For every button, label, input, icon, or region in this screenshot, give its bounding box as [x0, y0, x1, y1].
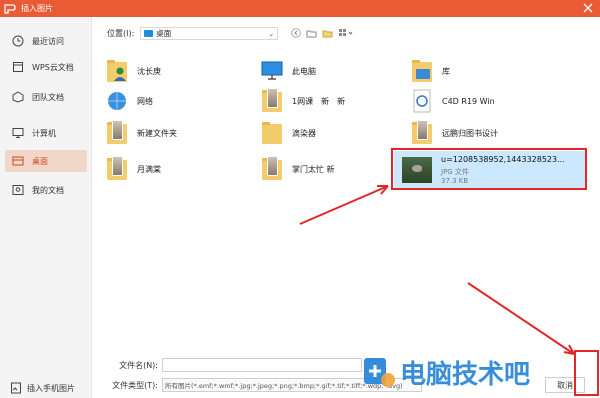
- location-value: 桌面: [156, 28, 172, 38]
- sidebar-item-label: WPS云文档: [32, 62, 74, 72]
- folder-thumb-icon: [260, 88, 284, 114]
- sidebar-item-computer[interactable]: 计算机: [5, 122, 87, 144]
- file-name: 远鹏归图书设计: [442, 128, 498, 138]
- up-folder-icon[interactable]: [306, 27, 317, 38]
- location-label: 位置(I):: [107, 28, 135, 38]
- c4d-icon: [410, 88, 434, 114]
- file-name: 新建文件夹: [137, 128, 177, 138]
- computer-icon: [11, 126, 25, 140]
- title-bar: 插入图片: [0, 0, 600, 17]
- sidebar-item-my-docs[interactable]: 我的文档: [5, 179, 87, 201]
- file-name: 滴染器: [292, 128, 316, 138]
- filename-label: 文件名(N):: [119, 360, 158, 370]
- sidebar-bottom-label: 插入手机图片: [27, 383, 75, 393]
- sidebar-item-desktop[interactable]: 桌面: [5, 150, 87, 172]
- file-name: 月满棠: [137, 164, 161, 174]
- file-name: 沈长庚: [137, 66, 161, 76]
- sidebar-item-recent[interactable]: 最近访问: [5, 30, 87, 52]
- filename-row: 文件名(N):: [112, 358, 362, 372]
- list-item[interactable]: 沈长庚: [105, 56, 161, 86]
- filetype-label: 文件类型(T):: [112, 380, 158, 390]
- sidebar-item-wps-cloud[interactable]: WPS云文档: [5, 56, 87, 78]
- location-select[interactable]: 桌面 ⌄: [140, 26, 279, 40]
- network-icon: [105, 88, 129, 114]
- watermark-logo: 电脑技术吧: [364, 358, 530, 390]
- window-title: 插入图片: [21, 4, 53, 13]
- list-item[interactable]: C4D R19 Win: [410, 86, 495, 116]
- watermark-text: 电脑技术吧: [400, 360, 530, 390]
- file-name: 网络: [137, 96, 153, 106]
- desktop-icon: [11, 154, 25, 168]
- back-icon[interactable]: [290, 27, 301, 38]
- file-name: 此电脑: [292, 66, 316, 76]
- cloud-docs-icon: [11, 60, 25, 74]
- sidebar-item-label: 我的文档: [32, 185, 64, 195]
- filename-input[interactable]: [162, 358, 362, 372]
- sidebar-item-label: 计算机: [32, 128, 56, 138]
- close-icon[interactable]: [582, 2, 594, 14]
- desktop-icon: [144, 29, 154, 37]
- sidebar: 最近访问 WPS云文档 团队文档 计算机 桌面 我的文档 插入手机图片: [0, 17, 92, 398]
- library-icon: [410, 58, 434, 84]
- folder-thumb-icon: [105, 120, 129, 146]
- sidebar-item-team-docs[interactable]: 团队文档: [5, 86, 87, 108]
- folder-thumb-icon: [105, 156, 129, 182]
- chevron-down-icon: ⌄: [268, 29, 275, 38]
- new-folder-icon[interactable]: [322, 27, 333, 38]
- my-docs-icon: [11, 183, 25, 197]
- sidebar-item-label: 团队文档: [32, 92, 64, 102]
- user-folder-icon: [105, 58, 129, 84]
- file-name: C4D R19 Win: [442, 96, 495, 106]
- list-item[interactable]: 1网课 新 新: [260, 86, 345, 116]
- wps-logo-icon: [4, 3, 16, 14]
- file-list: 沈长庚 此电脑 库 网络 1网课 新 新 C4D R19 Win 新建文件夹 滴…: [100, 50, 590, 350]
- list-item[interactable]: 库: [410, 56, 450, 86]
- list-item[interactable]: 远鹏归图书设计: [410, 118, 498, 148]
- sidebar-item-label: 最近访问: [32, 36, 64, 46]
- list-item[interactable]: 新建文件夹: [105, 118, 177, 148]
- nav-toolbar: [290, 27, 359, 38]
- location-row: 位置(I): 桌面 ⌄: [107, 26, 279, 40]
- folder-thumb-icon: [260, 156, 284, 182]
- list-item[interactable]: 滴染器: [260, 118, 316, 148]
- folder-icon: [260, 120, 284, 146]
- this-pc-icon: [260, 58, 284, 84]
- list-item[interactable]: 网络: [105, 86, 153, 116]
- file-name: 1网课 新 新: [292, 96, 346, 106]
- insert-phone-image-button[interactable]: 插入手机图片: [5, 379, 91, 397]
- highlight-box-file: [391, 148, 587, 190]
- team-docs-icon: [11, 90, 25, 104]
- list-item[interactable]: 月满棠: [105, 154, 161, 184]
- phone-image-icon: [11, 382, 21, 394]
- list-item[interactable]: 此电脑: [260, 56, 316, 86]
- list-item[interactable]: 掌门太忙 新: [260, 154, 335, 184]
- file-name: 库: [442, 66, 450, 76]
- clock-icon: [11, 34, 25, 48]
- folder-thumb-icon: [410, 120, 434, 146]
- sidebar-item-label: 桌面: [32, 156, 48, 166]
- view-mode-icon[interactable]: [338, 27, 354, 38]
- file-name: 掌门太忙 新: [292, 164, 335, 174]
